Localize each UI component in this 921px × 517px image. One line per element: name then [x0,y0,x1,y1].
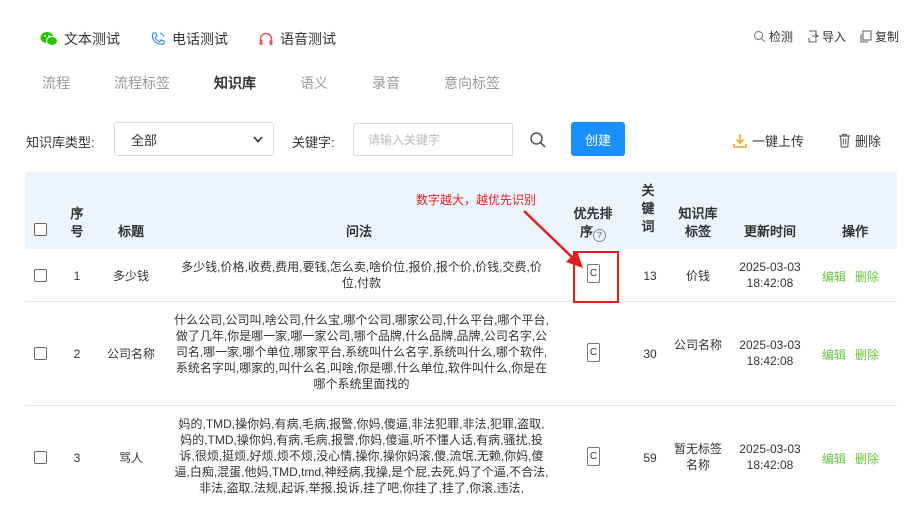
annotation-highlight-box [573,251,619,303]
annotation-arrow [523,210,583,268]
